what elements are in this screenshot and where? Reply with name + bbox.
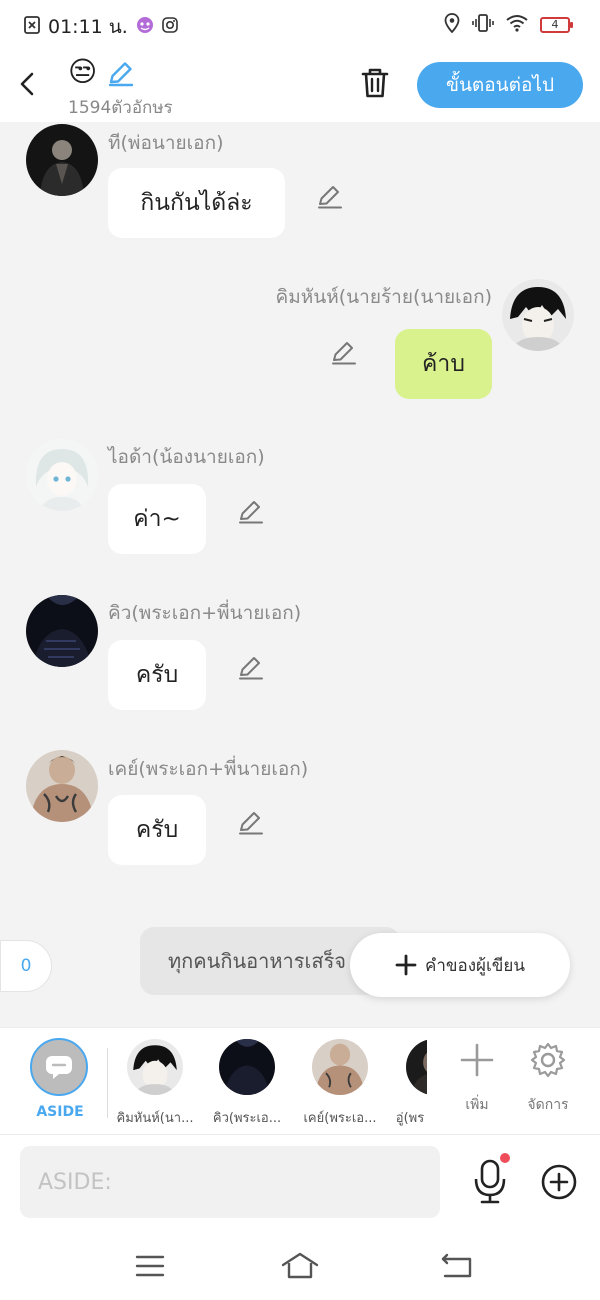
title-emoji[interactable]: 😒 — [68, 56, 97, 88]
edit-message-button[interactable] — [237, 497, 265, 525]
back-button[interactable] — [12, 66, 44, 102]
avatar — [127, 1039, 183, 1095]
aside-label: ASIDE — [36, 1104, 84, 1120]
pencil-icon — [332, 342, 356, 365]
author-note-label: คำของผู้เขียน — [424, 955, 526, 976]
screenshot-icon — [24, 16, 40, 38]
sender-name: คิมหันห์(นายร้าย(นายเอก) — [275, 286, 492, 308]
recent-apps-button[interactable] — [130, 1248, 170, 1284]
message-bubble[interactable]: ค่า~ — [108, 484, 206, 554]
status-right: 4 — [444, 13, 573, 37]
pencil-icon — [239, 812, 263, 835]
plus-icon — [460, 1043, 494, 1077]
battery-icon: 4 — [540, 17, 573, 33]
gear-icon — [530, 1042, 566, 1078]
aside-avatar — [30, 1038, 88, 1096]
back-arrow-icon — [20, 72, 34, 96]
edit-title-button[interactable] — [106, 58, 136, 88]
message-bubble[interactable]: ครับ — [108, 795, 206, 865]
home-button[interactable] — [280, 1248, 320, 1284]
edit-message-button[interactable] — [316, 182, 344, 210]
menu-icon — [135, 1255, 165, 1277]
chat-area[interactable]: ที(พ่อนายเอก) กินกันได้ล่ะ คิมหันห์(นายร… — [0, 122, 600, 1027]
sender-name: เคย์(พระเอก+พี่นายเอก) — [108, 758, 309, 780]
plus-icon — [395, 954, 417, 976]
pencil-icon — [239, 501, 263, 524]
character-item[interactable]: คิมหันห์(นา... — [115, 1039, 195, 1128]
edit-message-button[interactable] — [237, 653, 265, 681]
system-back-button[interactable] — [437, 1248, 477, 1284]
author-note-button[interactable]: คำของผู้เขียน — [350, 933, 570, 997]
plus-circle-icon — [541, 1164, 577, 1200]
character-count: 1594ตัวอักษร — [68, 98, 173, 118]
status-time: 01:11 น. — [48, 16, 128, 38]
add-character-button[interactable]: เพิ่ม — [447, 1040, 507, 1116]
vibrate-icon — [472, 13, 494, 37]
back-icon — [441, 1253, 472, 1278]
pencil-icon — [239, 657, 263, 680]
sender-name: คิว(พระเอก+พี่นายเอก) — [108, 602, 302, 624]
status-bar: 01:11 น. 4 — [0, 0, 600, 46]
message-input[interactable] — [20, 1146, 440, 1218]
strip-divider — [107, 1048, 108, 1118]
character-item[interactable]: เคย์(พระเอ... — [300, 1039, 380, 1128]
avatar[interactable] — [502, 279, 574, 351]
wifi-icon — [506, 14, 528, 36]
message-bubble[interactable]: ครับ — [108, 640, 206, 710]
aside-selector[interactable]: ASIDE — [30, 1038, 90, 1120]
edit-message-button[interactable] — [330, 338, 358, 366]
avatar[interactable] — [26, 595, 98, 667]
pencil-icon — [108, 62, 134, 87]
character-label: อู่(พร — [395, 1111, 425, 1126]
input-area — [0, 1135, 600, 1230]
add-content-button[interactable] — [540, 1163, 578, 1201]
character-label: เคย์(พระเอ... — [303, 1111, 377, 1126]
microphone-icon — [474, 1159, 506, 1204]
header: 😒 1594ตัวอักษร ขั้นตอนต่อไป — [0, 46, 600, 122]
location-icon — [444, 13, 460, 37]
character-label: คิว(พระเอ... — [212, 1111, 282, 1126]
status-left: 01:11 น. — [24, 12, 178, 42]
narration-counter[interactable]: 0 — [0, 940, 52, 992]
avatar — [406, 1039, 427, 1095]
home-icon — [281, 1252, 319, 1279]
sender-name: ที(พ่อนายเอก) — [108, 132, 224, 154]
avatar[interactable] — [26, 124, 98, 196]
trash-icon — [361, 68, 389, 98]
speech-bubble-icon — [46, 1056, 72, 1079]
instagram-icon — [162, 17, 178, 37]
notification-dot — [500, 1153, 510, 1163]
sender-name: ไอด้า(น้องนายเอก) — [108, 446, 265, 468]
add-label: เพิ่ม — [465, 1097, 489, 1113]
character-item[interactable]: อู่(พร — [393, 1039, 427, 1128]
voice-input-button[interactable] — [470, 1157, 510, 1205]
character-item[interactable]: คิว(พระเอ... — [207, 1039, 287, 1128]
message-bubble[interactable]: ค้าบ — [395, 329, 492, 399]
delete-button[interactable] — [356, 64, 394, 102]
avatar — [219, 1039, 275, 1095]
system-nav-bar — [0, 1230, 600, 1300]
avatar[interactable] — [26, 439, 98, 511]
avatar — [312, 1039, 368, 1095]
pencil-icon — [318, 186, 342, 209]
manage-label: จัดการ — [527, 1097, 569, 1113]
alien-icon — [136, 16, 154, 38]
avatar[interactable] — [26, 750, 98, 822]
message-bubble[interactable]: กินกันได้ล่ะ — [108, 168, 285, 238]
manage-characters-button[interactable]: จัดการ — [518, 1040, 578, 1116]
character-label: คิมหันห์(นา... — [116, 1111, 194, 1126]
next-step-button[interactable]: ขั้นตอนต่อไป — [417, 62, 583, 108]
character-strip: ASIDE คิมหันห์(นา... คิว(พระเอ... เคย์(พ… — [0, 1027, 600, 1135]
edit-message-button[interactable] — [237, 808, 265, 836]
